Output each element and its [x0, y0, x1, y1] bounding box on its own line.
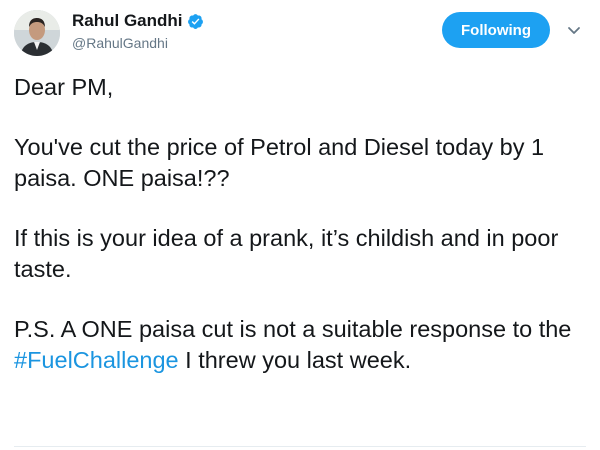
- avatar[interactable]: [14, 10, 60, 56]
- chevron-down-icon[interactable]: [566, 22, 582, 38]
- display-name[interactable]: Rahul Gandhi: [72, 11, 183, 31]
- tweet-paragraph-3: P.S. A ONE paisa cut is not a suitable r…: [14, 314, 580, 376]
- tweet-text: Dear PM, You've cut the price of Petrol …: [14, 72, 580, 405]
- following-button[interactable]: Following: [442, 12, 550, 48]
- author-info: Rahul Gandhi @RahulGandhi: [72, 10, 204, 51]
- tweet-paragraph-2: If this is your idea of a prank, it’s ch…: [14, 225, 559, 282]
- tweet-greeting: Dear PM,: [14, 74, 114, 100]
- tweet-header: Rahul Gandhi @RahulGandhi Following: [14, 6, 586, 62]
- tweet-paragraph-3-end: I threw you last week.: [178, 347, 412, 373]
- verified-badge-icon: [187, 13, 204, 30]
- tweet-card: Rahul Gandhi @RahulGandhi Following Dear…: [0, 0, 600, 450]
- divider: [14, 446, 586, 447]
- tweet-paragraph-3-start: P.S. A ONE paisa cut is not a suitable r…: [14, 316, 572, 342]
- tweet-paragraph-1: You've cut the price of Petrol and Diese…: [14, 134, 545, 191]
- hashtag-link[interactable]: #FuelChallenge: [14, 347, 179, 373]
- name-row: Rahul Gandhi: [72, 10, 204, 32]
- profile-photo: [14, 10, 60, 56]
- user-handle[interactable]: @RahulGandhi: [72, 35, 204, 51]
